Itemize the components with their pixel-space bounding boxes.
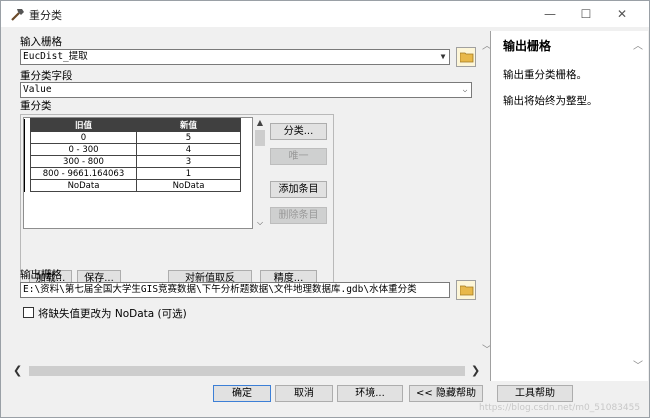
minimize-button[interactable]: — — [533, 1, 567, 27]
output-raster-field[interactable]: E:\资料\第七届全国大学生GIS竞赛数据\下午分析题数据\文件地理数据库.gd… — [20, 282, 450, 298]
help-text: 输出重分类栅格。 — [503, 69, 587, 81]
scroll-up-icon[interactable]: ▲ — [253, 117, 267, 129]
old-value-cell[interactable]: 0 — [30, 131, 137, 144]
chevron-down-icon[interactable]: ⌵ — [459, 83, 471, 97]
table-scrollbar[interactable]: ▲ ⌵ — [253, 117, 267, 229]
cancel-button[interactable]: 取消 — [275, 385, 333, 402]
scroll-thumb[interactable] — [255, 130, 265, 146]
params-horizontal-scrollbar[interactable]: ❮ ❯ — [9, 363, 489, 379]
help-title: 输出栅格 — [503, 39, 552, 53]
input-raster-label: 输入栅格 — [20, 36, 62, 48]
title-bar: 重分类 — ☐ ✕ — [1, 1, 649, 27]
reclassify-window: 重分类 — ☐ ✕ 输入栅格 EucDist_提取 ▼ 重分类字段 Value … — [0, 0, 650, 418]
environments-button[interactable]: 环境... — [337, 385, 403, 402]
close-button[interactable]: ✕ — [605, 1, 639, 27]
hide-help-button[interactable]: << 隐藏帮助 — [409, 385, 483, 402]
new-value-cell[interactable]: 4 — [136, 143, 241, 156]
scroll-down-icon[interactable]: ⌵ — [253, 217, 267, 229]
table-row[interactable]: 0 5 — [24, 131, 241, 144]
reclass-label: 重分类 — [20, 100, 52, 112]
table-row[interactable]: 300 - 800 3 — [24, 155, 241, 168]
tool-help-button[interactable]: 工具帮助 — [497, 385, 573, 402]
browse-output-button[interactable] — [456, 280, 476, 300]
maximize-button[interactable]: ☐ — [569, 1, 603, 27]
chevron-down-icon[interactable]: ﹀ — [633, 357, 643, 372]
delete-entry-button[interactable]: 删除条目 — [270, 207, 327, 224]
scroll-thumb[interactable] — [29, 366, 465, 376]
help-scrollbar[interactable]: ︿ ﹀ — [631, 31, 647, 381]
reclass-table[interactable]: 旧值 新值 0 5 0 - 300 4 300 - 800 3 800 - 96… — [23, 117, 253, 229]
old-value-cell[interactable]: 0 - 300 — [30, 143, 137, 156]
output-raster-value: E:\资料\第七届全国大学生GIS竞赛数据\下午分析题数据\文件地理数据库.gd… — [23, 284, 417, 295]
browse-input-button[interactable] — [456, 47, 476, 67]
classify-button[interactable]: 分类... — [270, 123, 327, 140]
watermark: https://blog.csdn.net/m0_51083455 — [479, 403, 641, 413]
missing-nodata-label: 将缺失值更改为 NoData (可选) — [38, 308, 187, 320]
old-value-cell[interactable]: 800 - 9661.164063 — [30, 167, 137, 180]
add-entry-button[interactable]: 添加条目 — [270, 181, 327, 198]
column-header-old[interactable]: 旧值 — [30, 118, 137, 132]
new-value-cell[interactable]: 1 — [136, 167, 241, 180]
ok-button[interactable]: 确定 — [213, 385, 271, 402]
reclass-field-select[interactable]: Value ⌵ — [20, 82, 472, 98]
old-value-cell[interactable]: NoData — [30, 179, 137, 192]
folder-icon — [460, 285, 474, 296]
reclass-field-label: 重分类字段 — [20, 70, 73, 82]
missing-nodata-checkbox[interactable] — [23, 307, 34, 318]
table-row[interactable]: 0 - 300 4 — [24, 143, 241, 156]
reclass-field-value: Value — [23, 84, 52, 95]
window-title: 重分类 — [29, 9, 62, 22]
unique-button[interactable]: 唯一 — [270, 148, 327, 165]
table-row[interactable]: NoData NoData — [24, 179, 241, 192]
input-raster-field[interactable]: EucDist_提取 ▼ — [20, 49, 450, 65]
help-text: 输出将始终为整型。 — [503, 95, 598, 107]
hammer-icon — [11, 9, 24, 21]
chevron-up-icon[interactable]: ︿ — [633, 37, 643, 52]
table-row[interactable]: 800 - 9661.164063 1 — [24, 167, 241, 180]
help-pane: 输出栅格 输出重分类栅格。 输出将始终为整型。 ︿ ﹀ — [490, 31, 648, 381]
input-raster-value: EucDist_提取 — [23, 51, 88, 62]
folder-icon — [460, 52, 474, 63]
chevron-left-icon[interactable]: ❮ — [13, 364, 22, 377]
new-value-cell[interactable]: 5 — [136, 131, 241, 144]
reclass-grid: 旧值 新值 0 5 0 - 300 4 300 - 800 3 800 - 96… — [24, 118, 241, 192]
new-value-cell[interactable]: 3 — [136, 155, 241, 168]
reclass-group: 旧值 新值 0 5 0 - 300 4 300 - 800 3 800 - 96… — [20, 114, 334, 294]
old-value-cell[interactable]: 300 - 800 — [30, 155, 137, 168]
chevron-right-icon[interactable]: ❯ — [471, 364, 480, 377]
chevron-down-icon[interactable]: ▼ — [437, 50, 449, 64]
column-header-new[interactable]: 新值 — [136, 118, 241, 132]
output-raster-label: 输出栅格 — [20, 269, 62, 281]
parameters-pane: 输入栅格 EucDist_提取 ▼ 重分类字段 Value ⌵ 重分类 旧值 新… — [9, 31, 496, 381]
new-value-cell[interactable]: NoData — [136, 179, 241, 192]
